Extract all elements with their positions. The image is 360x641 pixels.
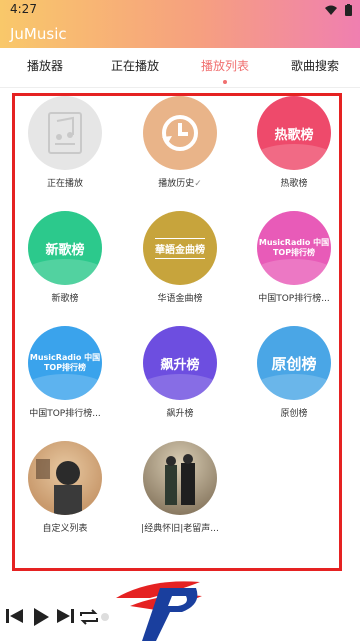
playlist-cover: 热歌榜 <box>257 96 331 170</box>
cover-text: 新歌榜 <box>45 242 85 258</box>
playlist-label: |经典怀旧|老留声... <box>141 524 219 534</box>
playlist-cover <box>143 96 217 170</box>
playlist-cover: 華語金曲榜 <box>143 211 217 285</box>
cover-text: 原创榜 <box>271 354 317 373</box>
playlist-label: 自定义列表 <box>42 524 88 534</box>
playlist-label: 播放历史✓ <box>130 176 230 189</box>
playlist-label-text: 播放历史 <box>158 179 195 189</box>
playlist-label: 飙升榜 <box>166 409 194 419</box>
playlist-rising[interactable]: 飙升榜 飙升榜 <box>130 326 230 419</box>
playlist-label: 原创榜 <box>280 409 308 419</box>
tab-playlists[interactable]: 播放列表 <box>180 48 270 87</box>
playlist-chinese-hits[interactable]: 華語金曲榜 华语金曲榜 <box>130 211 230 304</box>
playlist-classic-nostalgia[interactable]: |经典怀旧|老留声... <box>130 441 230 534</box>
repeat-icon[interactable] <box>78 608 100 626</box>
check-icon: ✓ <box>194 179 202 189</box>
cover-wave <box>257 374 331 400</box>
playlist-new[interactable]: 新歌榜 新歌榜 <box>15 211 115 304</box>
playlist-original[interactable]: 原创榜 原创榜 <box>244 326 344 419</box>
cover-wave <box>28 374 102 400</box>
playlist-cover: 原创榜 <box>257 326 331 400</box>
battery-icon <box>345 4 352 16</box>
previous-icon[interactable] <box>6 608 24 624</box>
app-title: JuMusic <box>10 25 67 43</box>
cover-text: 華語金曲榜 <box>155 237 205 259</box>
playlist-custom[interactable]: 自定义列表 <box>15 441 115 534</box>
active-tab-indicator <box>223 80 227 84</box>
system-icons <box>325 4 352 16</box>
cover-wave <box>257 144 331 170</box>
wifi-icon <box>325 5 337 15</box>
playlist-china-top-2[interactable]: MusicRadio 中国TOP排行榜 中国TOP排行榜... <box>15 326 115 419</box>
playlist-cover: 飙升榜 <box>143 326 217 400</box>
cover-text: 热歌榜 <box>274 127 314 143</box>
playlist-label: 热歌榜 <box>280 179 308 189</box>
playlist-now-playing[interactable]: 正在播放 <box>15 96 115 189</box>
tab-label: 歌曲搜索 <box>290 59 339 73</box>
playlist-history[interactable]: 播放历史✓ <box>130 96 230 189</box>
status-time: 4:27 <box>10 2 37 16</box>
playlist-cover: MusicRadio 中国TOP排行榜 <box>257 211 331 285</box>
cover-text: MusicRadio 中国TOP排行榜 <box>258 238 330 257</box>
photo-cover-icon <box>36 459 82 515</box>
next-icon[interactable] <box>56 608 74 624</box>
play-icon[interactable] <box>32 608 50 626</box>
cover-wave <box>257 259 331 285</box>
tab-label: 播放列表 <box>200 59 249 73</box>
playlist-label: 华语金曲榜 <box>157 294 203 304</box>
cover-text: 飙升榜 <box>160 357 200 373</box>
tab-now-playing[interactable]: 正在播放 <box>90 48 180 87</box>
tab-label: 正在播放 <box>110 59 159 73</box>
photo-cover-icon <box>165 454 195 505</box>
tab-song-search[interactable]: 歌曲搜索 <box>270 48 360 87</box>
playlist-label: 新歌榜 <box>51 294 79 304</box>
playlist-cover: MusicRadio 中国TOP排行榜 <box>28 326 102 400</box>
cover-wave <box>28 259 102 285</box>
watermark-logo <box>116 581 202 641</box>
app-bar: JuMusic <box>0 20 360 48</box>
progress-thumb[interactable] <box>101 613 109 621</box>
tab-player[interactable]: 播放器 <box>0 48 90 87</box>
playlist-label: 中国TOP排行榜... <box>258 294 330 304</box>
playlist-hot[interactable]: 热歌榜 热歌榜 <box>244 96 344 189</box>
playlist-cover <box>143 441 217 515</box>
tab-bar: 播放器 正在播放 播放列表 歌曲搜索 <box>0 48 360 88</box>
playlist-label: 中国TOP排行榜... <box>29 409 101 419</box>
status-bar: 4:27 <box>0 0 360 20</box>
cover-text: MusicRadio 中国TOP排行榜 <box>29 353 101 372</box>
cover-wave <box>143 374 217 400</box>
playlist-cover <box>28 96 102 170</box>
history-icon <box>162 115 198 151</box>
tab-label: 播放器 <box>26 59 63 73</box>
music-file-icon <box>48 112 82 154</box>
playlist-china-top-1[interactable]: MusicRadio 中国TOP排行榜 中国TOP排行榜... <box>244 211 344 304</box>
playlist-cover <box>28 441 102 515</box>
playlist-cover: 新歌榜 <box>28 211 102 285</box>
playlist-label: 正在播放 <box>46 179 83 189</box>
